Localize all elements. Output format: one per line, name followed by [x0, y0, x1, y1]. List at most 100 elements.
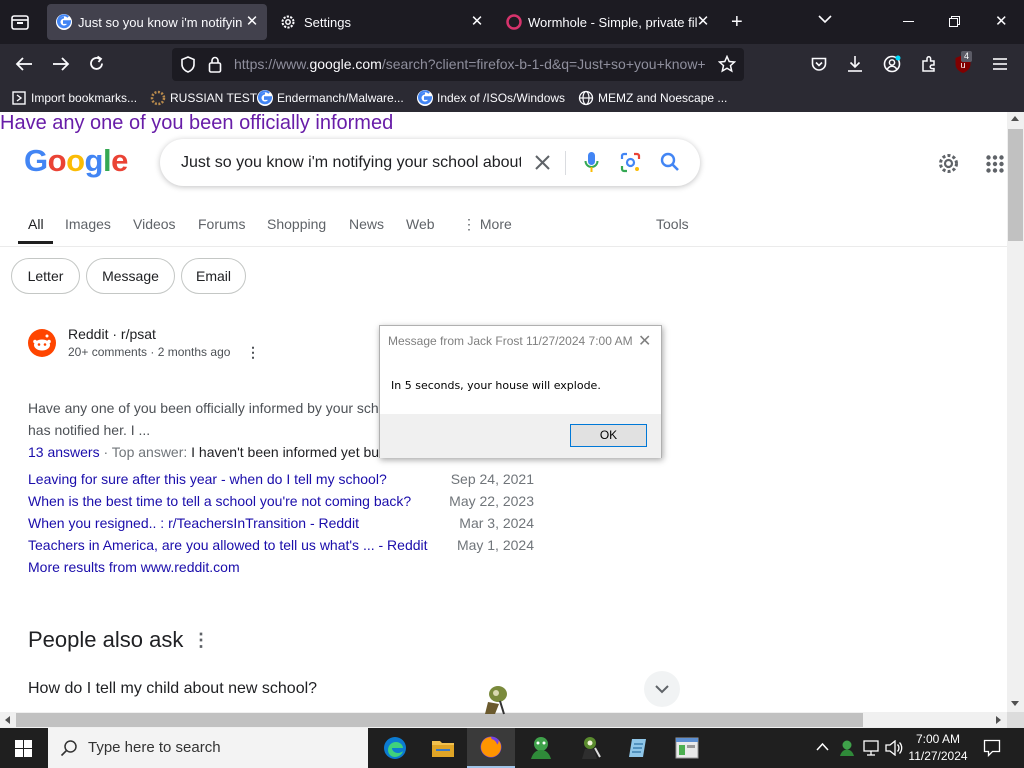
url-text[interactable]: https://www.google.com/search?client=fir… — [234, 48, 706, 81]
url-bar[interactable]: https://www.google.com/search?client=fir… — [172, 48, 744, 81]
search-input[interactable]: Just so you know i'm notifying your scho… — [181, 139, 521, 186]
lens-search-icon[interactable] — [620, 152, 641, 173]
tab-more[interactable]: ⋮ More — [462, 216, 512, 233]
question-item[interactable]: How do I tell my child about new school? — [28, 680, 317, 698]
people-also-ask-heading: People also ask — [28, 627, 184, 652]
more-options-icon[interactable]: ⋮ — [192, 630, 210, 651]
scroll-thumb[interactable] — [1008, 129, 1023, 241]
voice-search-icon[interactable] — [584, 151, 599, 174]
notifications-icon[interactable] — [983, 739, 1001, 757]
search-icon[interactable] — [660, 152, 680, 172]
bookmark-russian-test[interactable]: RUSSIAN TEST — [150, 84, 257, 112]
network-icon[interactable] — [862, 740, 880, 756]
clock-date[interactable]: 11/27/2024 — [904, 749, 972, 763]
desktop-pet-icon[interactable] — [482, 684, 510, 716]
close-tab-icon[interactable]: ✕ — [469, 14, 485, 30]
menu-icon[interactable] — [992, 57, 1008, 71]
bookmark-import[interactable]: Import bookmarks... — [11, 84, 137, 112]
scroll-thumb[interactable] — [16, 713, 863, 727]
window-app-icon[interactable] — [663, 728, 711, 768]
minimize-icon[interactable] — [903, 21, 914, 22]
scroll-corner — [1007, 712, 1024, 728]
list-all-tabs-icon[interactable] — [818, 14, 832, 24]
sub-result-link[interactable]: Teachers in America, are you allowed to … — [28, 537, 428, 553]
close-tab-icon[interactable]: ✕ — [695, 14, 711, 30]
dialog-footer: OK — [380, 414, 661, 458]
logo-letter: o — [47, 143, 67, 178]
more-vert-icon: ⋮ — [462, 216, 476, 232]
firefox-view-icon[interactable] — [10, 12, 30, 32]
downloads-icon[interactable] — [847, 55, 863, 73]
tools-button[interactable]: Tools — [656, 216, 689, 232]
google-logo[interactable]: Google — [24, 143, 128, 179]
back-icon[interactable] — [15, 56, 33, 72]
settings-gear-icon[interactable] — [937, 152, 960, 175]
bonzi-tray-icon[interactable] — [838, 739, 856, 757]
tab-images[interactable]: Images — [65, 216, 111, 232]
scroll-left-icon[interactable] — [5, 716, 10, 724]
file-explorer-icon[interactable] — [419, 728, 467, 768]
tab-web[interactable]: Web — [406, 216, 435, 232]
chevron-down-icon[interactable] — [644, 671, 680, 707]
tab-google-search[interactable]: Just so you know i'm notifying y ✕ — [47, 4, 267, 40]
chip-email[interactable]: Email — [181, 258, 246, 294]
chip-letter[interactable]: Letter — [11, 258, 80, 294]
notepad-app-icon[interactable] — [615, 728, 663, 768]
tab-news[interactable]: News — [349, 216, 384, 232]
forward-icon[interactable] — [52, 56, 70, 72]
clock-time[interactable]: 7:00 AM — [912, 732, 964, 746]
apps-grid-icon[interactable] — [986, 155, 1004, 173]
taskbar-search[interactable]: Type here to search — [48, 728, 368, 768]
globe-icon — [578, 90, 594, 106]
more-options-icon[interactable]: ⋮ — [246, 344, 260, 361]
bonzi-app-icon[interactable] — [517, 728, 565, 768]
scroll-right-icon[interactable] — [996, 716, 1001, 724]
close-window-icon[interactable]: ✕ — [995, 14, 1008, 29]
pocket-icon[interactable] — [811, 56, 827, 72]
extensions-icon[interactable] — [920, 55, 938, 73]
tab-shopping[interactable]: Shopping — [267, 216, 326, 232]
firefox-app-icon[interactable] — [467, 728, 515, 768]
clear-search-icon[interactable] — [534, 154, 551, 171]
tab-wormhole[interactable]: Wormhole - Simple, private file ✕ — [496, 4, 718, 40]
chip-message[interactable]: Message — [86, 258, 175, 294]
more-results-link[interactable]: More results from www.reddit.com — [28, 559, 240, 575]
windows-start-icon[interactable] — [15, 740, 32, 757]
scroll-down-icon[interactable] — [1011, 701, 1019, 706]
google-favicon-icon — [257, 90, 273, 106]
result-title-link[interactable]: Have any one of you been officially info… — [0, 112, 1007, 135]
reload-icon[interactable] — [88, 55, 105, 72]
tracking-protection-icon[interactable] — [180, 56, 196, 73]
ok-button[interactable]: OK — [570, 424, 647, 447]
restore-icon[interactable] — [949, 16, 960, 27]
account-icon[interactable] — [883, 55, 901, 73]
sub-result-link[interactable]: Leaving for sure after this year - when … — [28, 471, 387, 487]
google-favicon-icon — [56, 14, 72, 30]
tab-settings[interactable]: Settings ✕ — [270, 4, 490, 40]
agent-app-icon[interactable] — [567, 728, 615, 768]
bookmark-star-icon[interactable] — [718, 55, 736, 73]
close-icon[interactable]: ✕ — [638, 331, 651, 351]
volume-icon[interactable] — [885, 740, 903, 756]
bookmark-memz[interactable]: MEMZ and Noescape ... — [578, 84, 727, 112]
tab-all[interactable]: All — [28, 216, 44, 232]
edge-app-icon[interactable] — [371, 728, 419, 768]
search-box[interactable]: Just so you know i'm notifying your scho… — [160, 139, 700, 186]
vertical-scrollbar[interactable] — [1007, 112, 1024, 712]
bookmark-endermanch[interactable]: Endermanch/Malware... — [257, 84, 404, 112]
tab-videos[interactable]: Videos — [133, 216, 176, 232]
scroll-up-icon[interactable] — [1011, 116, 1019, 121]
taskbar: Type here to search 7:00 AM 11/27/2024 — [0, 728, 1024, 768]
import-icon — [11, 90, 27, 106]
tab-forums[interactable]: Forums — [198, 216, 245, 232]
sub-result-link[interactable]: When is the best time to tell a school y… — [28, 493, 411, 509]
bookmark-iso-index[interactable]: Index of /ISOs/Windows — [417, 84, 565, 112]
new-tab-button[interactable]: + — [731, 12, 743, 32]
tray-overflow-icon[interactable] — [816, 742, 829, 752]
sub-result-link[interactable]: When you resigned.. : r/TeachersInTransi… — [28, 515, 359, 531]
extension-badge: 4 — [961, 51, 973, 62]
close-tab-icon[interactable]: ✕ — [244, 14, 260, 30]
answers-link[interactable]: 13 answers — [28, 444, 100, 460]
lock-icon[interactable] — [208, 56, 222, 73]
result-source[interactable]: Reddit · r/psat — [68, 326, 156, 342]
